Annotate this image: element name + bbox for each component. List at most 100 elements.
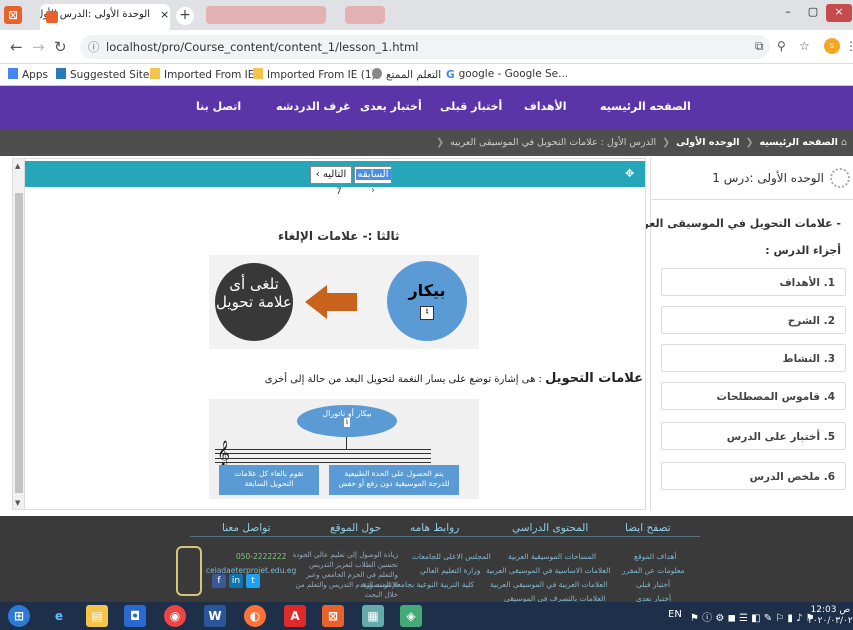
bookmark-fun-learning[interactable]: التعلم الممتع [372,68,441,81]
lesson-sidebar: الوحده الأولى :درس 1 - علامات التحويل في… [627,158,853,510]
back-arrow-icon[interactable]: ← [10,38,23,56]
app-icon[interactable]: ◈ [400,605,422,627]
section-heading: ثالثا :- علامات الإلغاء [278,229,400,243]
footer-link[interactable]: معلومات عن المقرر [622,566,685,575]
sidebar-header: الوحده الأولى :درس 1 [651,158,853,200]
reload-icon[interactable]: ↻ [54,38,67,56]
new-tab-button[interactable]: + [176,7,194,25]
firefox-icon[interactable]: ◐ [244,605,266,627]
folder-icon [150,68,160,79]
lesson-name: - علامات التحويل في الموسيقى العربية [627,217,841,230]
menu-lesson-summary[interactable]: 6. ملخص الدرس [661,462,846,490]
app-icon[interactable]: ⊠ [4,6,22,24]
bookmark-imported-ie[interactable]: Imported From IE [150,68,254,81]
scroll-down-icon[interactable]: ▼ [15,499,20,507]
footer-title-content: المحتوى الدراسي [512,522,589,534]
tab-close-icon[interactable]: × [160,8,169,21]
footer-link[interactable]: المساحات الموسيقية العربية [508,552,596,561]
bookmark-google[interactable]: Ggoogle - Google Se... [446,68,568,81]
menu-explanation[interactable]: 2. الشرح [661,306,846,334]
acrobat-icon[interactable]: A [284,605,306,627]
linkedin-icon[interactable]: in [229,574,243,588]
breadcrumb: ⌂ الصفحه الرئيسيه❮الوحده الأولى❮الدرس ال… [0,130,853,156]
windows-taskbar: ⊞ e ▤ ◘ ◉ W ◐ A ⊠ ▦ ◈ EN ⚑ ⓘ ⚙ ◼ ☰ ◧ ✎ ⚐… [0,602,853,630]
prev-button[interactable]: السابقه › [354,166,392,196]
app-icon[interactable]: ◘ [124,605,146,627]
minimize-icon[interactable]: – [775,4,801,22]
breadcrumb-home[interactable]: الصفحه الرئيسيه [760,137,838,148]
scroll-thumb[interactable] [15,193,23,493]
slide-toolbar: ‹ التاليه السابقه › ✥ ✕ [25,161,645,196]
clock[interactable]: ص 12:03 ٢٠٢٠/٠٣/٠٢ [808,605,853,627]
footer-link[interactable]: العلامات العربية في الموسيقى العربية [490,580,607,589]
facebook-icon[interactable]: f [212,574,226,588]
footer-link[interactable]: العلامات الاساسية في الموسيقى العربية [486,566,610,575]
footer-link[interactable]: أختبار قبلى [636,580,670,589]
system-tray-icons[interactable]: ⚑ ⓘ ⚙ ◼ ☰ ◧ ✎ ⚐ ▮ ♪ ⚑ [690,609,815,624]
left-arrow-icon [305,285,327,319]
bookmark-apps[interactable]: Apps [8,68,48,81]
footer-link[interactable]: وزارة التعليم العالي [420,566,480,575]
progress-ring-icon [830,168,850,188]
content-pane: ▲ ▼ ‹ التاليه السابقه › ✥ ✕ 7 ثالثا :- ع… [12,158,646,510]
natural-sign-figure: تلغى أى علامة تحويل بيكار ♮ [209,255,479,349]
zoom-icon[interactable]: ⚲ [777,39,786,53]
window-close-icon[interactable]: × [826,4,852,22]
breadcrumb-lesson: الدرس الأول : علامات التحويل في الموسيقى… [450,137,657,148]
connector-line [346,437,347,449]
blurred-tab [345,6,385,24]
start-icon[interactable]: ⊞ [8,605,30,627]
natural-ellipse: بيكار أو ناتورال ♮ [297,405,397,437]
next-button[interactable]: ‹ التاليه [310,166,352,184]
nav-home[interactable]: الصفحه الرئيسيه [600,100,691,113]
language-indicator[interactable]: EN [668,609,682,620]
forward-arrow-icon[interactable]: → [32,38,45,56]
browser-tab[interactable]: الوحدة الأولى :الدرس الأول × [40,4,170,30]
scrollbar[interactable]: ▲ ▼ [13,159,25,509]
nav-chat-rooms[interactable]: غرف الدردشه [276,100,351,113]
bookmark-star-icon[interactable]: ☆ [799,39,810,53]
footer-title-browse: تصفح ايضا [625,522,671,534]
footer-title-about: حول الموقع [330,522,382,534]
chrome-icon[interactable]: ◉ [164,605,186,627]
cancel-circle: تلغى أى علامة تحويل [215,263,293,341]
app-icon[interactable]: ▦ [362,605,384,627]
profile-avatar[interactable]: s [824,38,840,54]
info-icon[interactable]: ⓘ [88,35,100,59]
menu-lesson-test[interactable]: 5. أختبار على الدرس [661,422,846,450]
sidebar-title: الوحده الأولى :درس 1 [712,171,824,185]
nav-objectives[interactable]: الأهداف [524,100,567,113]
scroll-up-icon[interactable]: ▲ [15,162,20,170]
site-footer: تصفح ايضا المحتوى الدراسي روابط هامه حول… [0,512,853,603]
site-logo [176,546,202,596]
bookmark-imported-ie-1[interactable]: Imported From IE (1) [253,68,376,81]
menu-objectives[interactable]: 1. الأهداف [661,268,846,296]
xampp-icon[interactable]: ⊠ [322,605,344,627]
nav-post-test[interactable]: أختبار بعدى [360,100,422,113]
move-icon[interactable]: ✥ [625,167,634,180]
site-icon [372,68,382,79]
contact-phone: 050-2222222 [236,552,287,561]
menu-activity[interactable]: 3. النشاط [661,344,846,372]
menu-dots-icon[interactable]: ⋮ [845,39,853,53]
breadcrumb-unit[interactable]: الوحده الأولى [676,137,739,148]
bookmark-suggested[interactable]: Suggested Sites [56,68,155,81]
word-icon[interactable]: W [204,605,226,627]
page-number: 7 [336,187,342,197]
nav-pre-test[interactable]: أختبار قبلى [440,100,502,113]
bookmarks-bar: Apps Suggested Sites Imported From IE Im… [0,64,853,86]
footer-link[interactable]: المجلس الاعلى للجامعات [412,552,491,561]
footer-title-contact: تواصل معنا [222,522,271,534]
ie-icon[interactable]: e [48,605,70,627]
menu-glossary[interactable]: 4. قاموس المصطلحات [661,382,846,410]
translate-icon[interactable]: ⧉ [755,39,764,54]
treble-clef-icon: 𝄞 [217,441,231,466]
maximize-icon[interactable]: ▢ [800,4,826,22]
parts-label: أجزاء الدرس : [765,244,841,257]
url-field[interactable]: ⓘ localhost/pro/Course_content/content_1… [80,35,770,59]
footer-link[interactable]: أهداف الموقع [634,552,676,561]
explorer-folder-icon[interactable]: ▤ [86,605,108,627]
twitter-icon[interactable]: t [246,574,260,588]
nav-contact[interactable]: اتصل بنا [196,100,241,113]
url-text: localhost/pro/Course_content/content_1/l… [106,40,419,54]
